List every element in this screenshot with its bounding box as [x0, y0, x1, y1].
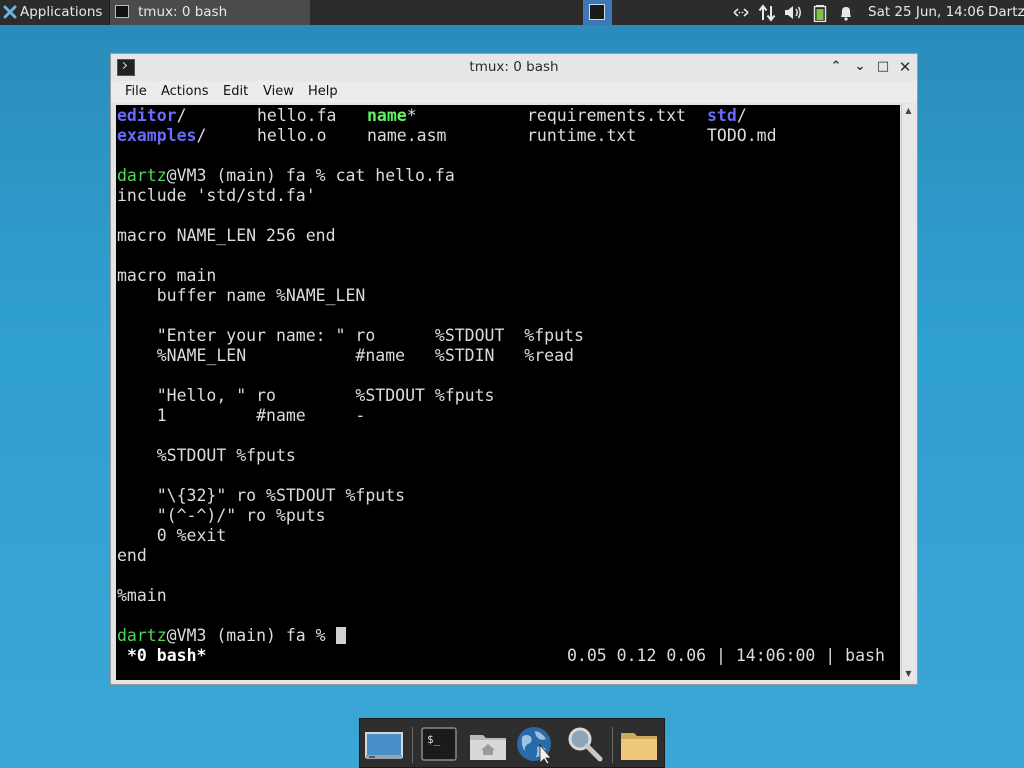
applications-label: Applications — [20, 4, 103, 20]
files-folder-icon[interactable] — [618, 723, 660, 765]
terminal-output[interactable]: editor/ hello.fa name* requirements.txt … — [116, 105, 900, 680]
close-button[interactable]: ✕ — [896, 58, 914, 76]
code-line: "Hello, " ro %STDOUT %fputs — [117, 386, 495, 405]
code-line: 1 #name - — [117, 406, 366, 425]
menu-actions[interactable]: Actions — [161, 81, 209, 103]
code-line: %STDOUT %fputs — [117, 446, 296, 465]
ls-entry: requirements.txt — [527, 106, 686, 125]
code-line: "\{32}" ro %STDOUT %fputs — [117, 486, 406, 505]
code-line: buffer name %NAME_LEN — [117, 286, 366, 305]
prompt-line: dartz@VM3 (main) fa % cat hello.fa — [117, 166, 455, 185]
ls-entry: name.asm — [367, 126, 447, 145]
ls-entry: TODO.md — [707, 126, 777, 145]
applications-menu-button[interactable]: Applications — [0, 0, 108, 25]
transfer-arrows-icon[interactable] — [757, 3, 777, 22]
terminal-icon — [115, 5, 129, 18]
ls-entry: hello.o — [257, 126, 327, 145]
menu-help[interactable]: Help — [308, 81, 338, 103]
ls-entry: runtime.txt — [527, 126, 637, 145]
home-folder-icon[interactable] — [467, 723, 509, 765]
code-line: macro main — [117, 266, 217, 285]
scrollbar[interactable]: ▲ ▼ — [901, 105, 915, 680]
window-titlebar[interactable]: tmux: 0 bash ⌃ ⌄ □ ✕ — [111, 54, 917, 81]
text-cursor — [335, 627, 346, 644]
tmux-window-tab[interactable]: *0 bash* — [127, 646, 206, 666]
network-arrows-icon[interactable] — [731, 3, 751, 22]
terminal-window: tmux: 0 bash ⌃ ⌄ □ ✕ File Actions Edit V… — [110, 53, 918, 685]
volume-icon[interactable] — [783, 3, 803, 22]
code-line: "Enter your name: " ro %STDOUT %fputs — [117, 326, 584, 345]
code-line: 0 %exit — [117, 526, 227, 545]
shade-button[interactable]: ⌃ — [827, 58, 845, 76]
code-line: "(^-^)/" ro %puts — [117, 506, 326, 525]
code-line: macro NAME_LEN 256 end — [117, 226, 336, 245]
ls-entry: hello.fa — [257, 106, 337, 125]
taskbar-item-tmux[interactable]: tmux: 0 bash — [109, 0, 310, 25]
code-line: %NAME_LEN #name %STDIN %read — [117, 346, 574, 365]
clock[interactable]: Sat 25 Jun, 14:06 — [868, 0, 984, 25]
web-browser-icon[interactable] — [513, 723, 555, 765]
menu-file[interactable]: File — [125, 81, 147, 103]
menu-bar: File Actions Edit View Help — [111, 81, 917, 103]
notification-bell-icon[interactable] — [836, 3, 856, 22]
search-icon[interactable] — [563, 723, 605, 765]
user-menu[interactable]: Dartz — [988, 0, 1024, 25]
code-line: include 'std/std.fa' — [117, 186, 316, 205]
active-prompt-line[interactable]: dartz@VM3 (main) fa % — [117, 626, 346, 646]
menu-edit[interactable]: Edit — [223, 81, 248, 103]
dock-separator — [412, 727, 413, 763]
dock-separator — [612, 727, 613, 763]
window-title: tmux: 0 bash — [469, 59, 559, 75]
workspace-switcher[interactable] — [583, 0, 612, 25]
tmux-status-right: 0.05 0.12 0.06 | 14:06:00 | bash — [567, 646, 885, 665]
workspace-thumbnail — [589, 4, 605, 20]
code-line: end — [117, 546, 147, 565]
ls-entry: name* — [367, 106, 417, 125]
ls-entry: examples/ — [117, 126, 207, 145]
menu-view[interactable]: View — [263, 81, 294, 103]
battery-icon[interactable] — [810, 3, 830, 22]
scroll-down-arrow-icon[interactable]: ▼ — [902, 668, 915, 680]
top-panel: Applications tmux: 0 bash Sat 25 Jun, 14… — [0, 0, 1024, 25]
ls-entry: std/ — [707, 106, 747, 125]
minimize-button[interactable]: ⌄ — [851, 58, 869, 76]
ls-entry: editor/ — [117, 106, 187, 125]
terminal-icon[interactable]: $_ — [418, 723, 460, 765]
taskbar-item-label: tmux: 0 bash — [138, 4, 228, 20]
svg-text:$_: $_ — [427, 733, 441, 746]
scroll-up-arrow-icon[interactable]: ▲ — [902, 105, 915, 117]
code-line: %main — [117, 586, 167, 605]
xfce-logo-icon — [3, 5, 17, 19]
maximize-button[interactable]: □ — [874, 58, 892, 76]
desktop-icon[interactable] — [363, 723, 405, 765]
dock: $_ — [359, 718, 665, 768]
